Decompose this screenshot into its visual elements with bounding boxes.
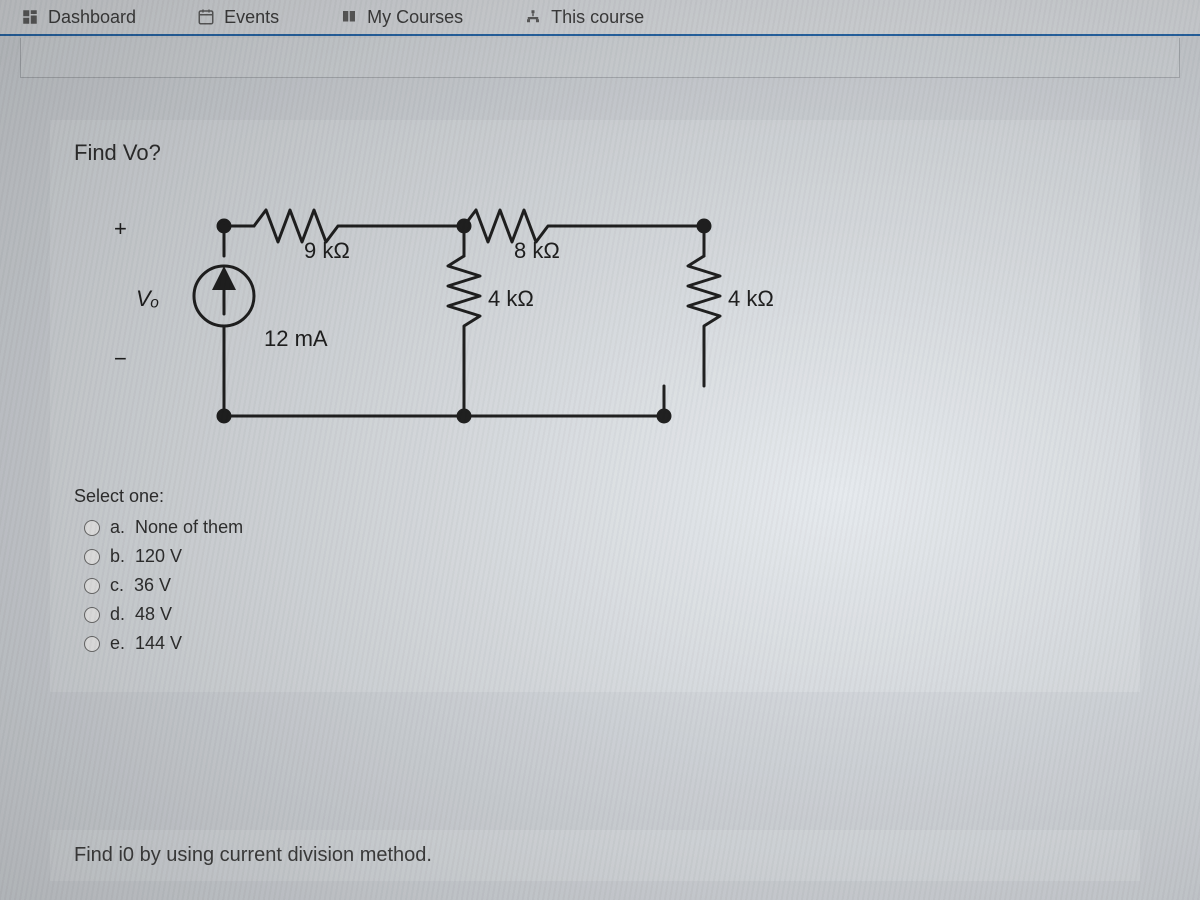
- r4-label: 4 kΩ: [728, 286, 774, 312]
- option-d[interactable]: d. 48 V: [84, 604, 1116, 625]
- vo-minus-label: −: [114, 346, 127, 372]
- option-d-letter: d.: [110, 604, 125, 625]
- nav-events[interactable]: Events: [196, 7, 279, 28]
- nav-mycourses[interactable]: My Courses: [339, 7, 463, 28]
- circuit-diagram: + Vₒ − 9 kΩ 8 kΩ 4 kΩ 4 kΩ 12 mA: [104, 186, 864, 446]
- option-d-text: 48 V: [135, 604, 172, 625]
- option-b-letter: b.: [110, 546, 125, 567]
- sitemap-icon: [523, 8, 543, 26]
- nav-thiscourse[interactable]: This course: [523, 7, 644, 28]
- option-a-text: None of them: [135, 517, 243, 538]
- option-a-radio[interactable]: [84, 520, 100, 536]
- vo-label: Vₒ: [136, 286, 159, 312]
- tab-bar-empty: [20, 38, 1180, 78]
- option-b-text: 120 V: [135, 546, 182, 567]
- option-a-letter: a.: [110, 517, 125, 538]
- r2-label: 8 kΩ: [514, 238, 560, 264]
- book-icon: [339, 8, 359, 26]
- option-e[interactable]: e. 144 V: [84, 633, 1116, 654]
- isrc-label: 12 mA: [264, 326, 328, 352]
- nav-dashboard-label: Dashboard: [48, 7, 136, 28]
- nav-events-label: Events: [224, 7, 279, 28]
- circuit-svg: [104, 186, 864, 446]
- option-d-radio[interactable]: [84, 607, 100, 623]
- option-b-radio[interactable]: [84, 549, 100, 565]
- dashboard-icon: [20, 8, 40, 26]
- option-e-letter: e.: [110, 633, 125, 654]
- r1-label: 9 kΩ: [304, 238, 350, 264]
- question-card: Find Vo?: [50, 120, 1140, 692]
- r3-label: 4 kΩ: [488, 286, 534, 312]
- nav-dashboard[interactable]: Dashboard: [20, 7, 136, 28]
- top-nav: Dashboard Events My Courses This course: [0, 0, 1200, 36]
- nav-thiscourse-label: This course: [551, 7, 644, 28]
- option-c-radio[interactable]: [84, 578, 100, 594]
- next-question-prompt: Find i0 by using current division method…: [50, 830, 1140, 881]
- select-one-label: Select one:: [74, 486, 1116, 507]
- option-e-text: 144 V: [135, 633, 182, 654]
- option-a[interactable]: a. None of them: [84, 517, 1116, 538]
- option-c-text: 36 V: [134, 575, 171, 596]
- answers-block: Select one: a. None of them b. 120 V c. …: [74, 486, 1116, 654]
- option-c-letter: c.: [110, 575, 124, 596]
- calendar-icon: [196, 8, 216, 26]
- vo-plus-label: +: [114, 216, 127, 242]
- option-e-radio[interactable]: [84, 636, 100, 652]
- question-title: Find Vo?: [74, 140, 1116, 166]
- nav-mycourses-label: My Courses: [367, 7, 463, 28]
- option-c[interactable]: c. 36 V: [84, 575, 1116, 596]
- option-b[interactable]: b. 120 V: [84, 546, 1116, 567]
